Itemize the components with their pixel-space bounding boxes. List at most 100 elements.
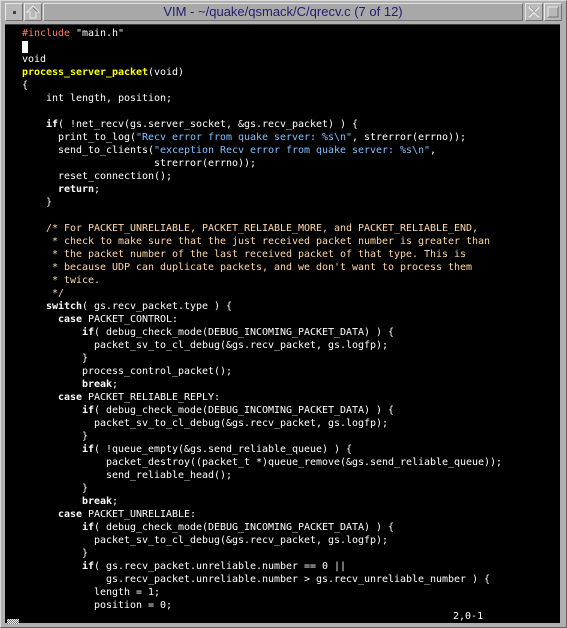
shade-button[interactable] — [24, 3, 42, 21]
code-line[interactable]: gs.recv_packet.unreliable.number > gs.re… — [22, 573, 502, 586]
code-line[interactable]: } — [22, 482, 502, 495]
code-line[interactable]: { — [22, 79, 502, 92]
code-line[interactable]: * the packet number of the last received… — [22, 248, 502, 261]
code-line[interactable]: break; — [22, 495, 502, 508]
comment-text: * check to make sure that the just recei… — [22, 236, 491, 247]
maximize-button[interactable] — [544, 3, 562, 21]
code-line[interactable]: length = 1; — [22, 586, 502, 599]
code-text: } — [22, 197, 53, 208]
code-line[interactable]: switch( gs.recv_packet.type ) { — [22, 300, 502, 313]
preprocessor-token: #include — [22, 28, 71, 39]
keyword: if — [82, 327, 95, 338]
code-text: send_reliable_head(); — [22, 470, 233, 481]
code-text: } — [22, 548, 89, 559]
close-x-icon — [528, 6, 540, 18]
code-text: ; — [94, 184, 101, 195]
code-buffer[interactable]: #include "main.h" void process_server_pack… — [22, 27, 502, 612]
code-text: packet_sv_to_cl_debug(&gs.recv_packet, g… — [22, 418, 389, 429]
code-text: ( !queue_empty(&gs.send_reliable_queue) … — [94, 444, 353, 455]
code-text: packet_sv_to_cl_debug(&gs.recv_packet, g… — [22, 340, 389, 351]
code-line[interactable]: */ — [22, 287, 502, 300]
code-text: void — [22, 54, 47, 65]
code-line[interactable]: case PACKET_RELIABLE_REPLY: — [22, 391, 502, 404]
code-line[interactable]: case PACKET_CONTROL: — [22, 313, 502, 326]
code-line[interactable]: if( debug_check_mode(DEBUG_INCOMING_PACK… — [22, 521, 502, 534]
code-line[interactable]: /* For PACKET_UNRELIABLE, PACKET_RELIABL… — [22, 222, 502, 235]
code-line[interactable]: if( !queue_empty(&gs.send_reliable_queue… — [22, 443, 502, 456]
code-line[interactable]: break; — [22, 378, 502, 391]
keyword: if — [82, 522, 95, 533]
comment-text: * the packet number of the last received… — [22, 249, 467, 260]
code-text: packet_destroy((packet_t *)queue_remove(… — [22, 457, 503, 468]
code-line[interactable]: if( debug_check_mode(DEBUG_INCOMING_PACK… — [22, 404, 502, 417]
code-text: process_control_packet(); — [22, 366, 233, 377]
code-line[interactable]: if( !net_recv(gs.server_socket, &gs.recv… — [22, 118, 502, 131]
resize-grip-icon[interactable] — [7, 619, 19, 624]
code-text: gs.recv_packet.unreliable.number > gs.re… — [22, 574, 491, 585]
code-line[interactable]: } — [22, 547, 502, 560]
comment-text: * twice. — [22, 275, 101, 286]
code-text: ( debug_check_mode(DEBUG_INCOMING_PACKET… — [94, 405, 395, 416]
code-line[interactable]: * check to make sure that the just recei… — [22, 235, 502, 248]
close-button[interactable] — [525, 3, 543, 21]
code-line[interactable]: print_to_log("Recv error from quake serv… — [22, 131, 502, 144]
code-line[interactable]: packet_sv_to_cl_debug(&gs.recv_packet, g… — [22, 339, 502, 352]
code-line[interactable]: packet_sv_to_cl_debug(&gs.recv_packet, g… — [22, 417, 502, 430]
code-line[interactable] — [22, 105, 502, 118]
text-cursor — [22, 41, 28, 53]
code-line[interactable]: process_server_packet(void) — [22, 66, 502, 79]
code-text: (void) — [148, 67, 185, 78]
code-text: } — [22, 353, 89, 364]
code-text: } — [22, 483, 89, 494]
code-line[interactable]: * because UDP can duplicate packets, and… — [22, 261, 502, 274]
code-line[interactable]: strerror(errno)); — [22, 157, 502, 170]
code-line[interactable]: int length, position; — [22, 92, 502, 105]
window-menu-button[interactable] — [5, 3, 23, 21]
vim-editor-area[interactable]: #include "main.h" void process_server_pack… — [5, 24, 560, 623]
code-line[interactable]: if( gs.recv_packet.unreliable.number == … — [22, 560, 502, 573]
keyword: if — [82, 561, 95, 572]
code-line[interactable]: void — [22, 53, 502, 66]
code-text: ( gs.recv_packet.type ) { — [82, 301, 233, 312]
keyword: if — [82, 405, 95, 416]
code-line[interactable]: #include "main.h" — [22, 27, 502, 40]
code-text: strerror(errno)); — [22, 158, 257, 169]
code-line[interactable]: return; — [22, 183, 502, 196]
code-line[interactable]: } — [22, 430, 502, 443]
keyword: return — [58, 184, 95, 195]
keyword: break — [82, 379, 113, 390]
code-line[interactable] — [22, 40, 502, 53]
code-line[interactable]: reset_connection(); — [22, 170, 502, 183]
code-line[interactable]: } — [22, 352, 502, 365]
code-text: reset_connection(); — [22, 171, 173, 182]
code-line[interactable]: send_to_clients("exception Recv error fr… — [22, 144, 502, 157]
code-text: "main.h" — [70, 28, 125, 39]
string-literal: "exception Recv error from quake server:… — [154, 145, 431, 156]
code-line[interactable]: case PACKET_UNRELIABLE: — [22, 508, 502, 521]
maximize-square-icon — [547, 6, 559, 18]
code-line[interactable]: position = 0; — [22, 599, 502, 612]
title-bar[interactable]: VIM - ~/quake/qsmack/C/qrecv.c (7 of 12) — [3, 3, 566, 23]
comment-text: * because UDP can duplicate packets, and… — [22, 262, 473, 273]
code-line[interactable]: packet_destroy((packet_t *)queue_remove(… — [22, 456, 502, 469]
code-line[interactable]: } — [22, 196, 502, 209]
code-text: length = 1; — [22, 587, 161, 598]
vim-window: VIM - ~/quake/qsmack/C/qrecv.c (7 of 12)… — [0, 0, 567, 628]
code-line[interactable]: send_reliable_head(); — [22, 469, 502, 482]
code-line[interactable]: * twice. — [22, 274, 502, 287]
code-text: ( gs.recv_packet.unreliable.number == 0 … — [94, 561, 347, 572]
code-line[interactable]: if( debug_check_mode(DEBUG_INCOMING_PACK… — [22, 326, 502, 339]
code-text: packet_sv_to_cl_debug(&gs.recv_packet, g… — [22, 535, 389, 546]
code-line[interactable] — [22, 209, 502, 222]
code-line[interactable]: packet_sv_to_cl_debug(&gs.recv_packet, g… — [22, 534, 502, 547]
string-literal: "Recv error from quake server: %s\n" — [136, 132, 353, 143]
keyword: if — [46, 119, 59, 130]
code-line[interactable]: process_control_packet(); — [22, 365, 502, 378]
code-text: ( !net_recv(gs.server_socket, &gs.recv_p… — [58, 119, 359, 130]
